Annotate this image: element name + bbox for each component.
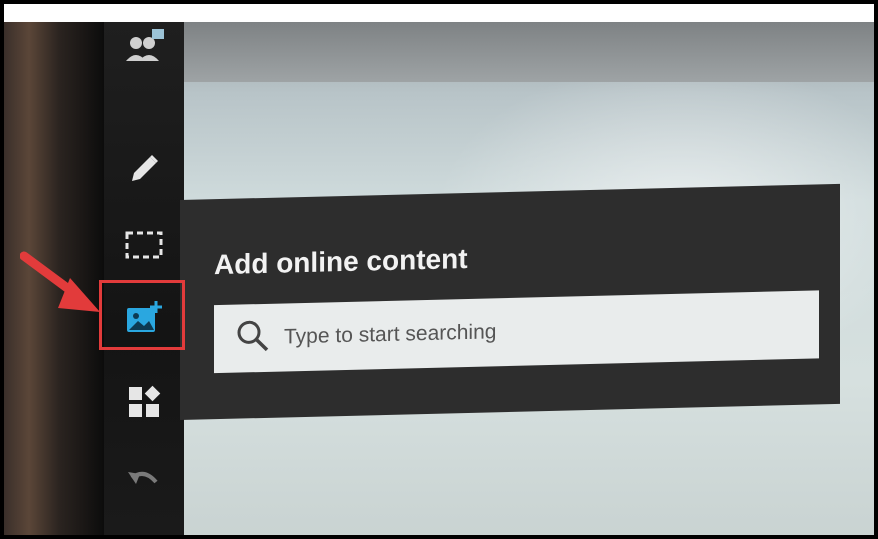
top-strip	[4, 4, 874, 22]
search-input[interactable]	[282, 311, 806, 351]
highlight-box	[99, 280, 185, 350]
pointer-arrow-icon	[19, 250, 106, 325]
pencil-icon	[126, 151, 162, 187]
dialog-title: Add online content	[214, 242, 468, 281]
tool-users[interactable]	[104, 24, 184, 70]
undo-icon	[126, 464, 162, 494]
photo-frame: Add online content	[4, 4, 874, 535]
tool-pen[interactable]	[104, 144, 184, 194]
users-icon	[122, 29, 166, 65]
screen-top-area	[184, 22, 874, 82]
tool-widgets[interactable]	[104, 377, 184, 427]
widgets-icon	[126, 384, 162, 420]
search-icon	[236, 318, 270, 358]
search-box[interactable]	[214, 290, 819, 374]
add-online-content-dialog: Add online content	[180, 183, 840, 420]
tool-select[interactable]	[104, 220, 184, 270]
tool-undo[interactable]	[104, 454, 184, 504]
side-toolbar	[104, 22, 184, 535]
selection-icon	[124, 229, 164, 261]
